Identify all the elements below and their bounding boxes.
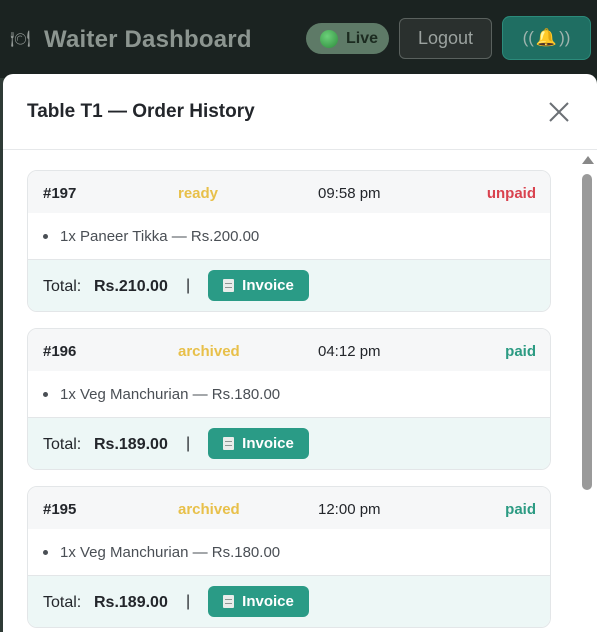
order-status: archived <box>178 343 240 360</box>
order-item-text: 1x Veg Manchurian — Rs.180.00 <box>60 544 281 561</box>
invoice-button[interactable]: Invoice <box>208 428 309 459</box>
receipt-icon <box>223 595 235 608</box>
logout-button[interactable]: Logout <box>399 18 492 59</box>
order-id: #195 <box>43 501 77 518</box>
order-items: 1x Paneer Tikka — Rs.200.00 <box>28 213 550 259</box>
invoice-button[interactable]: Invoice <box>208 270 309 301</box>
total-label: Total: <box>43 594 82 611</box>
order-id: #196 <box>43 343 77 360</box>
invoice-label: Invoice <box>242 593 294 610</box>
bullet-icon <box>43 392 48 397</box>
plate-icon: 🍽 <box>10 31 31 48</box>
order-time: 09:58 pm <box>318 185 381 202</box>
order-history-modal: Table T1 — Order History #197 ready 09:5… <box>3 74 597 632</box>
order-header: #196 archived 04:12 pm paid <box>28 329 550 371</box>
bell-icon: 🔔 <box>535 28 558 47</box>
receipt-icon <box>223 279 235 292</box>
modal-scrollbar[interactable] <box>581 156 594 632</box>
bullet-icon <box>43 550 48 555</box>
order-footer: Total: Rs.210.00 | Invoice <box>28 259 550 311</box>
total-value: Rs.210.00 <box>94 278 168 295</box>
notifications-button[interactable]: (( 🔔 )) <box>502 16 591 60</box>
payment-status: unpaid <box>486 185 536 202</box>
payment-status: paid <box>505 343 536 360</box>
order-card: #196 archived 04:12 pm paid 1x Veg Manch… <box>27 328 551 470</box>
invoice-label: Invoice <box>242 277 294 294</box>
scroll-thumb[interactable] <box>582 174 592 490</box>
total-value: Rs.189.00 <box>94 594 168 611</box>
order-card: #197 ready 09:58 pm unpaid 1x Paneer Tik… <box>27 170 551 312</box>
order-item: 1x Veg Manchurian — Rs.180.00 <box>43 544 280 561</box>
app-title: Waiter Dashboard <box>44 26 252 53</box>
receipt-icon <box>223 437 235 450</box>
order-footer: Total: Rs.189.00 | Invoice <box>28 575 550 627</box>
order-status: archived <box>178 501 240 518</box>
scroll-up-arrow-icon[interactable] <box>582 156 594 164</box>
modal-title: Table T1 — Order History <box>27 101 255 122</box>
order-time: 12:00 pm <box>318 501 381 518</box>
order-item: 1x Paneer Tikka — Rs.200.00 <box>43 228 259 245</box>
order-header: #195 archived 12:00 pm paid <box>28 487 550 529</box>
order-item-text: 1x Paneer Tikka — Rs.200.00 <box>60 228 260 245</box>
bell-waves-right: )) <box>559 28 571 47</box>
total-label: Total: <box>43 436 82 453</box>
order-list: #197 ready 09:58 pm unpaid 1x Paneer Tik… <box>27 170 551 632</box>
order-item: 1x Veg Manchurian — Rs.180.00 <box>43 386 280 403</box>
order-header: #197 ready 09:58 pm unpaid <box>28 171 550 213</box>
order-items: 1x Veg Manchurian — Rs.180.00 <box>28 371 550 417</box>
live-label: Live <box>346 29 379 47</box>
separator: | <box>186 593 191 610</box>
invoice-button[interactable]: Invoice <box>208 586 309 617</box>
live-status-badge: Live <box>306 23 389 54</box>
order-id: #197 <box>43 185 77 202</box>
brand: 🍽 Waiter Dashboard <box>10 26 252 54</box>
close-icon[interactable] <box>546 99 572 125</box>
order-card: #195 archived 12:00 pm paid 1x Veg Manch… <box>27 486 551 628</box>
order-items: 1x Veg Manchurian — Rs.180.00 <box>28 529 550 575</box>
live-dot-icon <box>320 29 338 48</box>
modal-header: Table T1 — Order History <box>3 74 597 150</box>
separator: | <box>186 277 191 294</box>
order-status: ready <box>178 185 219 202</box>
payment-status: paid <box>505 501 536 518</box>
separator: | <box>186 435 191 452</box>
total-label: Total: <box>43 278 82 295</box>
order-item-text: 1x Veg Manchurian — Rs.180.00 <box>60 386 281 403</box>
total-value: Rs.189.00 <box>94 436 168 453</box>
bell-waves-left: (( <box>522 28 534 47</box>
order-time: 04:12 pm <box>318 343 381 360</box>
top-navbar: 🍽 Waiter Dashboard Live Logout (( 🔔 )) <box>0 0 597 78</box>
invoice-label: Invoice <box>242 435 294 452</box>
order-footer: Total: Rs.189.00 | Invoice <box>28 417 550 469</box>
bullet-icon <box>43 234 48 239</box>
